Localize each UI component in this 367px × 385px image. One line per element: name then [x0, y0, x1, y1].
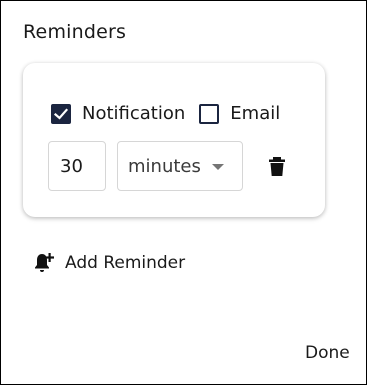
add-reminder-label: Add Reminder: [65, 253, 186, 273]
add-reminder-button[interactable]: Add Reminder: [33, 251, 185, 275]
notification-label[interactable]: Notification: [82, 103, 185, 124]
reminder-amount-input[interactable]: 30: [48, 141, 106, 191]
channel-options: Notification Email: [51, 103, 280, 124]
reminder-unit-value: minutes: [128, 155, 201, 177]
checkmark-icon: [53, 107, 69, 120]
trash-icon[interactable]: [267, 155, 287, 177]
reminder-unit-select[interactable]: minutes: [117, 141, 243, 191]
email-checkbox[interactable]: [199, 103, 220, 124]
email-label[interactable]: Email: [230, 103, 280, 124]
bell-plus-icon: [33, 251, 55, 275]
reminder-time-row: 30 minutes: [48, 141, 287, 191]
caret-down-icon: [212, 164, 224, 170]
dialog-title: Reminders: [23, 21, 127, 43]
notification-checkbox[interactable]: [51, 103, 71, 124]
done-button[interactable]: Done: [305, 343, 350, 363]
reminders-dialog: Reminders Notification Email 30 minutes: [0, 0, 367, 385]
reminder-card: Notification Email 30 minutes: [23, 63, 325, 217]
